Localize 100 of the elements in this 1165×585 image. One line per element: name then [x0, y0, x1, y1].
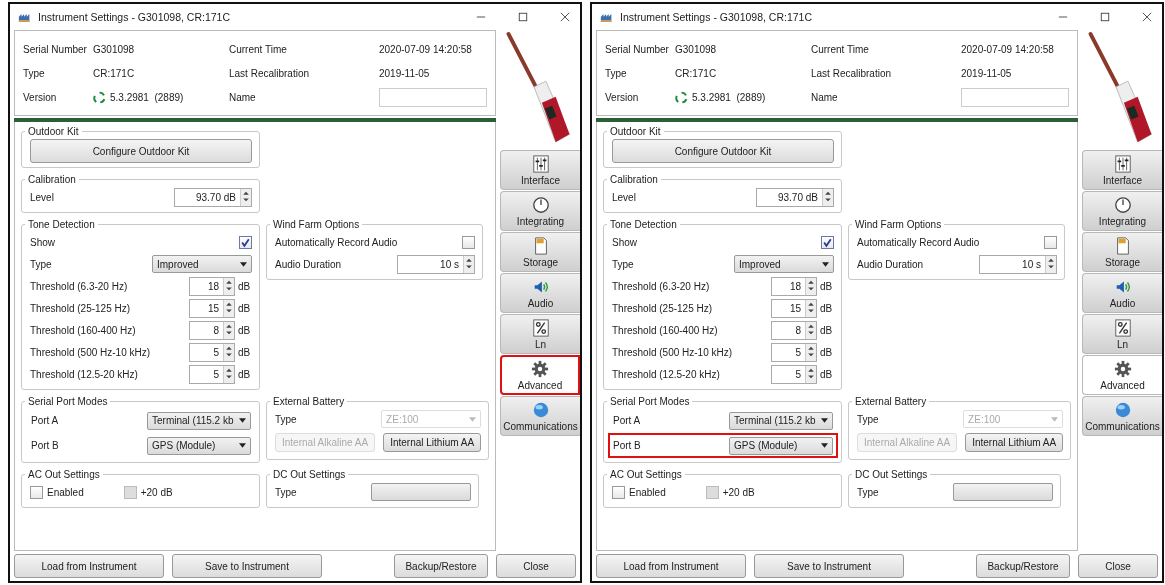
dropdown[interactable]: [953, 483, 1053, 501]
group-title: Outdoor Kit: [609, 126, 662, 137]
dialog-button[interactable]: Backup/Restore: [976, 554, 1070, 578]
info-label: Version: [23, 91, 58, 103]
dropdown[interactable]: GPS (Module): [729, 436, 833, 455]
checkbox[interactable]: [612, 485, 625, 499]
number-field[interactable]: 5: [189, 364, 235, 384]
unit-label: dB: [238, 346, 252, 358]
side-tab[interactable]: Integrating: [500, 191, 580, 231]
side-tab[interactable]: Storage: [1082, 232, 1162, 272]
checkbox[interactable]: [462, 235, 475, 249]
group-title: AC Out Settings: [609, 469, 683, 480]
number-field[interactable]: 10 s: [979, 254, 1057, 274]
side-tab[interactable]: Audio: [500, 273, 580, 313]
group-title: Calibration: [27, 174, 77, 185]
caret-icon: [469, 416, 477, 422]
refresh-icon[interactable]: [675, 90, 688, 104]
dialog-button[interactable]: Save to Instrument: [754, 554, 904, 578]
side-tab[interactable]: Communications: [500, 396, 580, 436]
side-tab[interactable]: Interface: [500, 150, 580, 190]
unit-label: dB: [820, 280, 834, 292]
field-label: Threshold (25-125 Hz): [30, 302, 131, 314]
field-label: Threshold (12.5-20 kHz): [30, 368, 138, 380]
group-title: Wind Farm Options: [854, 219, 943, 230]
side-tab[interactable]: Advanced: [500, 355, 580, 395]
close-icon[interactable]: [560, 12, 570, 22]
info-label: Serial Number: [605, 43, 670, 55]
info-label: Current Time: [229, 43, 288, 55]
field-label: Type: [857, 486, 879, 498]
name-input-field[interactable]: [379, 87, 487, 107]
dialog-button[interactable]: Close: [1078, 554, 1158, 578]
unit-label: dB: [238, 302, 252, 314]
dropdown[interactable]: [371, 483, 471, 501]
unit-label: dB: [238, 280, 252, 292]
dialog-button[interactable]: Load from Instrument: [14, 554, 164, 578]
caret-icon: [1051, 416, 1059, 422]
dialog-button[interactable]: Backup/Restore: [394, 554, 488, 578]
dialog-button[interactable]: Load from Instrument: [596, 554, 746, 578]
number-field[interactable]: 5: [771, 364, 817, 384]
checkbox[interactable]: [1044, 235, 1057, 249]
unit-label: dB: [820, 302, 834, 314]
number-field[interactable]: 8: [189, 320, 235, 340]
dropdown[interactable]: GPS (Module): [147, 436, 251, 455]
field-label: Type: [857, 413, 879, 425]
info-label: Name: [229, 91, 257, 103]
side-tab[interactable]: Storage: [500, 232, 580, 272]
name-input-field[interactable]: [961, 87, 1069, 107]
checkbox[interactable]: [239, 235, 252, 249]
number-field[interactable]: 5: [771, 342, 817, 362]
globe-icon: [1113, 400, 1132, 419]
dropdown[interactable]: Improved: [152, 255, 252, 273]
side-tab[interactable]: Advanced: [1082, 355, 1162, 395]
battery-button[interactable]: Internal Lithium AA: [383, 433, 482, 452]
side-tab[interactable]: Ln: [500, 314, 580, 354]
maximize-icon[interactable]: [518, 12, 528, 22]
checkbox[interactable]: [821, 235, 834, 249]
number-field[interactable]: 18: [189, 276, 235, 296]
side-tab[interactable]: Ln: [1082, 314, 1162, 354]
refresh-icon[interactable]: [93, 90, 106, 104]
field-label: Automatically Record Audio: [857, 236, 980, 248]
configure-button[interactable]: Configure Outdoor Kit: [30, 139, 252, 163]
side-tab[interactable]: Audio: [1082, 273, 1162, 313]
dropdown[interactable]: Terminal (115.2 kb: [147, 411, 251, 430]
dropdown[interactable]: Improved: [734, 255, 834, 273]
caret-icon: [821, 418, 828, 423]
number-field[interactable]: 15: [771, 298, 817, 318]
info-value: G301098: [93, 43, 136, 55]
field-label: Threshold (6.3-20 Hz): [612, 280, 710, 292]
checkbox[interactable]: [30, 485, 43, 499]
dropdown[interactable]: Terminal (115.2 kb: [729, 411, 833, 430]
side-tab[interactable]: Integrating: [1082, 191, 1162, 231]
field-label: Show: [30, 236, 55, 248]
close-icon[interactable]: [1142, 12, 1152, 22]
caret-icon: [239, 443, 246, 448]
field-label: Automatically Record Audio: [275, 236, 398, 248]
number-field[interactable]: 93.70 dB: [174, 187, 252, 207]
info-label: Last Recalibration: [229, 67, 311, 79]
number-field[interactable]: 93.70 dB: [756, 187, 834, 207]
info-label: Type: [23, 67, 46, 79]
side-tab[interactable]: Communications: [1082, 396, 1162, 436]
version-value: 5.3.2981 (2889): [110, 91, 184, 103]
battery-button[interactable]: Internal Lithium AA: [965, 433, 1064, 452]
side-tab[interactable]: Interface: [1082, 150, 1162, 190]
info-value: 2020-07-09 14:20:58: [961, 43, 1055, 55]
unit-label: dB: [238, 368, 252, 380]
dialog-button[interactable]: Close: [496, 554, 576, 578]
number-field[interactable]: 15: [189, 298, 235, 318]
configure-button[interactable]: Configure Outdoor Kit: [612, 139, 834, 163]
maximize-icon[interactable]: [1100, 12, 1110, 22]
version-value: 5.3.2981 (2889): [692, 91, 766, 103]
field-label: Audio Duration: [857, 258, 924, 270]
field-label: Show: [612, 236, 637, 248]
dialog-button[interactable]: Save to Instrument: [172, 554, 322, 578]
number-field[interactable]: 18: [771, 276, 817, 296]
number-field[interactable]: 10 s: [397, 254, 475, 274]
window-title: Instrument Settings - G301098, CR:171C: [620, 11, 812, 23]
field-label: Threshold (500 Hz-10 kHz): [612, 346, 733, 358]
unit-label: dB: [820, 346, 834, 358]
number-field[interactable]: 8: [771, 320, 817, 340]
number-field[interactable]: 5: [189, 342, 235, 362]
